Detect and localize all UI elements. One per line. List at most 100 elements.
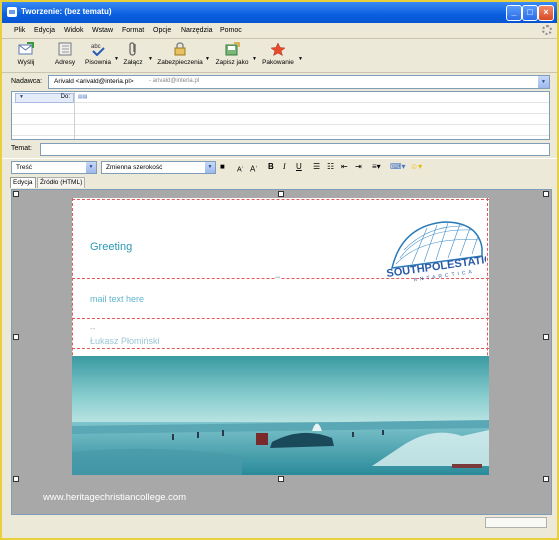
title-bar[interactable]: Tworzenie: (bez tematu) _ □ × bbox=[2, 2, 557, 23]
insert-link-icon[interactable]: ⌨▾ bbox=[390, 162, 406, 172]
chevron-down-icon: ▼ bbox=[86, 162, 96, 173]
attach-dropdown-icon[interactable]: ▼ bbox=[148, 56, 153, 62]
sender-label: Nadawca: bbox=[11, 78, 43, 85]
recipient-divider bbox=[74, 92, 75, 139]
send-icon bbox=[18, 42, 34, 55]
maximize-button[interactable]: □ bbox=[522, 5, 538, 21]
resize-handle[interactable] bbox=[543, 334, 549, 340]
subject-label: Temat: bbox=[11, 145, 33, 152]
smiley-icon[interactable]: ☺▾ bbox=[410, 162, 422, 172]
resize-handle[interactable] bbox=[278, 476, 284, 482]
greeting-text[interactable]: Greeting bbox=[90, 241, 132, 253]
align-icon[interactable]: ≡▾ bbox=[372, 162, 381, 172]
save-as-dropdown-icon[interactable]: ▼ bbox=[252, 56, 257, 62]
decrease-font-icon[interactable]: A↓ bbox=[237, 162, 244, 173]
throbber-icon bbox=[542, 25, 552, 35]
south-pole-station-logo: SOUTHPOLESTATION ANTARCTICA bbox=[386, 221, 486, 282]
signature-separator: -- bbox=[90, 324, 96, 333]
address-book-icon[interactable]: ▤▤ bbox=[78, 94, 87, 100]
tab-edit[interactable]: Edycja bbox=[10, 177, 36, 188]
increase-font-icon[interactable]: A↑ bbox=[250, 162, 257, 174]
address-book-icon bbox=[58, 42, 72, 56]
compose-window: Tworzenie: (bez tematu) _ □ × Plik Edycj… bbox=[0, 0, 559, 540]
bullet-list-icon[interactable]: ☰ bbox=[313, 162, 320, 172]
status-bar bbox=[2, 515, 557, 529]
sender-select[interactable]: Arivald <arivald@interia.pl> - arivald@i… bbox=[48, 75, 550, 89]
menu-file[interactable]: Plik bbox=[14, 27, 25, 34]
editor-area[interactable]: ▫▫▫ ▫▫▫ Greeting SOUTHPOLESTATION ANTARC… bbox=[11, 189, 552, 515]
menu-tools[interactable]: Narzędzia bbox=[181, 27, 213, 34]
window-title: Tworzenie: (bez tematu) bbox=[21, 7, 112, 16]
svg-text:abc: abc bbox=[91, 44, 101, 50]
recipient-type-select[interactable]: ▼ Do: bbox=[15, 93, 74, 103]
chevron-down-icon: ▼ bbox=[19, 94, 24, 100]
watermark-text: www.heritagechristiancollege.com bbox=[43, 492, 187, 503]
menu-options[interactable]: Opcje bbox=[153, 27, 171, 34]
chevron-down-icon: ▼ bbox=[205, 162, 215, 173]
numbered-list-icon[interactable]: ☷ bbox=[327, 162, 334, 172]
font-select[interactable]: Zmienna szerokość ▼ bbox=[101, 161, 216, 174]
bold-button[interactable]: B bbox=[268, 162, 274, 172]
address-book-button[interactable]: Adresy bbox=[52, 42, 78, 70]
packing-dropdown-icon[interactable]: ▼ bbox=[298, 56, 303, 62]
divider bbox=[72, 318, 489, 319]
status-pane bbox=[485, 517, 547, 528]
resize-handle[interactable] bbox=[543, 191, 549, 197]
sender-value: Arivald <arivald@interia.pl> bbox=[54, 78, 134, 85]
save-icon bbox=[225, 42, 240, 56]
attach-button[interactable]: Załącz ▼ bbox=[120, 42, 153, 70]
lock-icon bbox=[174, 42, 186, 56]
resize-handle[interactable] bbox=[13, 476, 19, 482]
send-button[interactable]: Wyślij bbox=[13, 42, 39, 70]
divider bbox=[72, 199, 489, 200]
recipient-row[interactable] bbox=[12, 125, 549, 136]
spelling-icon: abc bbox=[91, 44, 105, 56]
recipient-row[interactable]: ▼ Do: ▤▤ bbox=[12, 92, 549, 103]
paperclip-icon bbox=[129, 42, 136, 56]
security-dropdown-icon[interactable]: ▼ bbox=[205, 56, 210, 62]
recipients-list: ▼ Do: ▤▤ bbox=[11, 91, 550, 140]
mail-body-text[interactable]: mail text here bbox=[90, 294, 144, 304]
menu-format[interactable]: Format bbox=[122, 27, 144, 34]
italic-button[interactable]: I bbox=[283, 162, 286, 172]
resize-handle[interactable] bbox=[13, 334, 19, 340]
outdent-icon[interactable]: ⇤ bbox=[341, 162, 348, 172]
recipient-row[interactable] bbox=[12, 114, 549, 125]
spelling-button[interactable]: abc Pisownia ▼ bbox=[84, 42, 119, 70]
menu-view[interactable]: Widok bbox=[64, 27, 83, 34]
text-color-icon[interactable]: ■ bbox=[220, 162, 225, 172]
chevron-down-icon[interactable]: ▼ bbox=[538, 76, 549, 88]
recipient-row[interactable] bbox=[12, 103, 549, 114]
subject-row: Temat: bbox=[2, 141, 557, 157]
email-template[interactable]: ▫▫▫ ▫▫▫ Greeting SOUTHPOLESTATION ANTARC… bbox=[69, 198, 489, 475]
signature-name[interactable]: Łukasz Płomiński bbox=[90, 336, 160, 346]
minimize-button[interactable]: _ bbox=[506, 5, 522, 21]
sender-secondary: - arivald@interia.pl bbox=[149, 78, 200, 84]
menu-edit[interactable]: Edycja bbox=[34, 27, 55, 34]
close-button[interactable]: × bbox=[538, 5, 554, 21]
save-as-button[interactable]: Zapisz jako ▼ bbox=[214, 42, 257, 70]
compose-app-icon bbox=[7, 7, 17, 17]
toolbar: Wyślij Adresy abc Pisownia ▼ Załącz ▼ Za… bbox=[2, 39, 557, 73]
menu-help[interactable]: Pomoc bbox=[220, 27, 242, 34]
cell-resize-handle[interactable]: ▫▫▫ bbox=[69, 292, 75, 310]
underline-button[interactable]: U bbox=[296, 162, 302, 172]
tab-source-html[interactable]: Źródło (HTML) bbox=[37, 177, 86, 188]
menu-bar: Plik Edycja Widok Wstaw Format Opcje Nar… bbox=[2, 23, 557, 39]
menu-insert[interactable]: Wstaw bbox=[92, 27, 113, 34]
cell-resize-handle[interactable]: ▫▫▫ bbox=[275, 275, 281, 281]
editor-tabs: Edycja Źródło (HTML) bbox=[2, 176, 557, 188]
resize-handle[interactable] bbox=[543, 476, 549, 482]
indent-icon[interactable]: ⇥ bbox=[355, 162, 362, 172]
divider bbox=[72, 348, 489, 349]
resize-handle[interactable] bbox=[13, 191, 19, 197]
spelling-dropdown-icon[interactable]: ▼ bbox=[114, 56, 119, 62]
star-icon bbox=[270, 42, 286, 56]
subject-input[interactable] bbox=[40, 143, 550, 156]
format-toolbar: Treść ▼ Zmienna szerokość ▼ ■ A↓ A↑ B I … bbox=[2, 158, 557, 175]
paragraph-style-select[interactable]: Treść ▼ bbox=[11, 161, 97, 174]
packing-button[interactable]: Pakowanie ▼ bbox=[260, 42, 303, 70]
antarctic-photo bbox=[72, 356, 489, 475]
resize-handle[interactable] bbox=[278, 191, 284, 197]
security-button[interactable]: Zabezpieczenia ▼ bbox=[157, 42, 210, 70]
